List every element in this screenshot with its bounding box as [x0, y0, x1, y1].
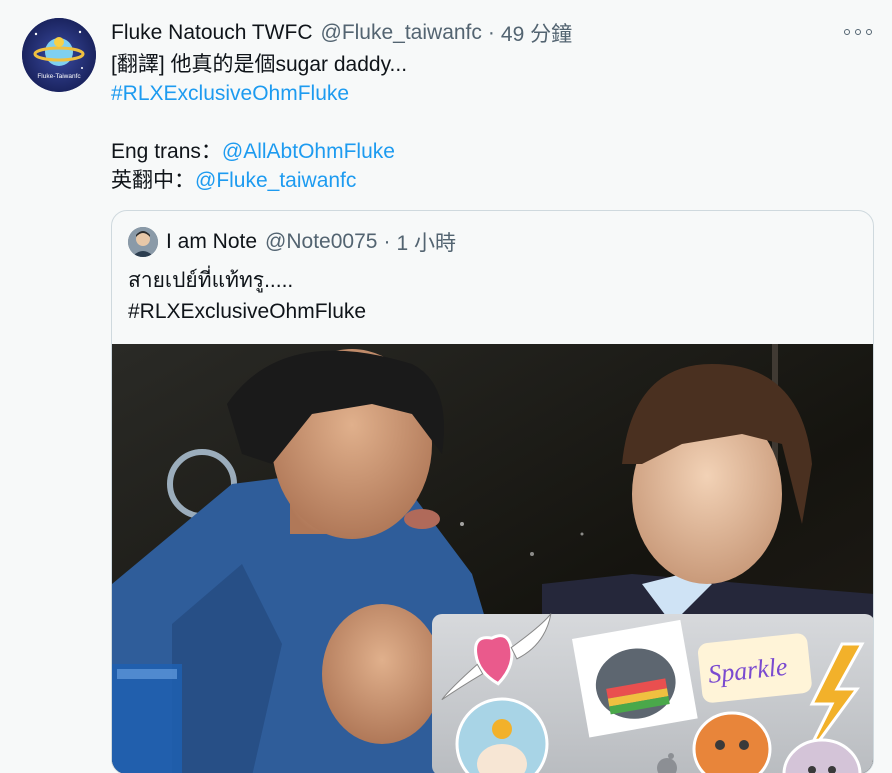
tweet-line: [翻譯] 他真的是個sugar daddy...	[111, 53, 408, 76]
quoted-header: I am Note @Note0075 · 1 小時	[128, 227, 456, 257]
tweet-text: [翻譯] 他真的是個sugar daddy... #RLXExclusiveOh…	[111, 50, 407, 195]
tweet-header: Fluke Natouch TWFC @Fluke_taiwanfc · 49 …	[111, 18, 572, 48]
author-handle[interactable]: @Fluke_taiwanfc	[321, 21, 482, 45]
author-avatar[interactable]: Fluke-Taiwanfc	[22, 18, 96, 92]
quoted-text: สายเปย์ที่แท้ทรู..... #RLXExclusiveOhmFl…	[128, 265, 366, 327]
tweet-time[interactable]: 49 分鐘	[501, 18, 572, 48]
quoted-time[interactable]: 1 小時	[396, 227, 456, 257]
quoted-tweet[interactable]: I am Note @Note0075 · 1 小時 สายเปย์ที่แท้…	[111, 210, 874, 773]
mention-link[interactable]: @Fluke_taiwanfc	[195, 169, 356, 192]
quoted-line: สายเปย์ที่แท้ทรู.....	[128, 269, 294, 292]
person-avatar-icon	[128, 227, 158, 257]
author-name[interactable]: Fluke Natouch TWFC	[111, 21, 313, 45]
quoted-author-handle[interactable]: @Note0075	[265, 230, 377, 254]
mention-link[interactable]: @AllAbtOhmFluke	[222, 140, 395, 163]
hashtag-link[interactable]: #RLXExclusiveOhmFluke	[111, 82, 349, 105]
planet-logo-icon: Fluke-Taiwanfc	[22, 18, 96, 92]
more-dot	[855, 29, 861, 35]
quoted-photo[interactable]: Sparkle	[112, 344, 873, 773]
quoted-hashtag: #RLXExclusiveOhmFluke	[128, 300, 367, 323]
separator: ·	[487, 21, 495, 44]
eng-trans-label: Eng trans：	[111, 140, 222, 163]
tweet[interactable]: Fluke-Taiwanfc Fluke Natouch TWFC @Fluke…	[0, 0, 892, 773]
more-dot	[844, 29, 850, 35]
avatar-caption: Fluke-Taiwanfc	[37, 73, 81, 80]
photo-illustration: Sparkle	[112, 344, 873, 773]
quoted-author-name[interactable]: I am Note	[166, 230, 257, 254]
more-dot	[866, 29, 872, 35]
zh-trans-label: 英翻中：	[111, 169, 195, 192]
quoted-avatar[interactable]	[128, 227, 158, 257]
more-options-icon[interactable]	[844, 22, 872, 42]
separator: ·	[383, 230, 391, 253]
